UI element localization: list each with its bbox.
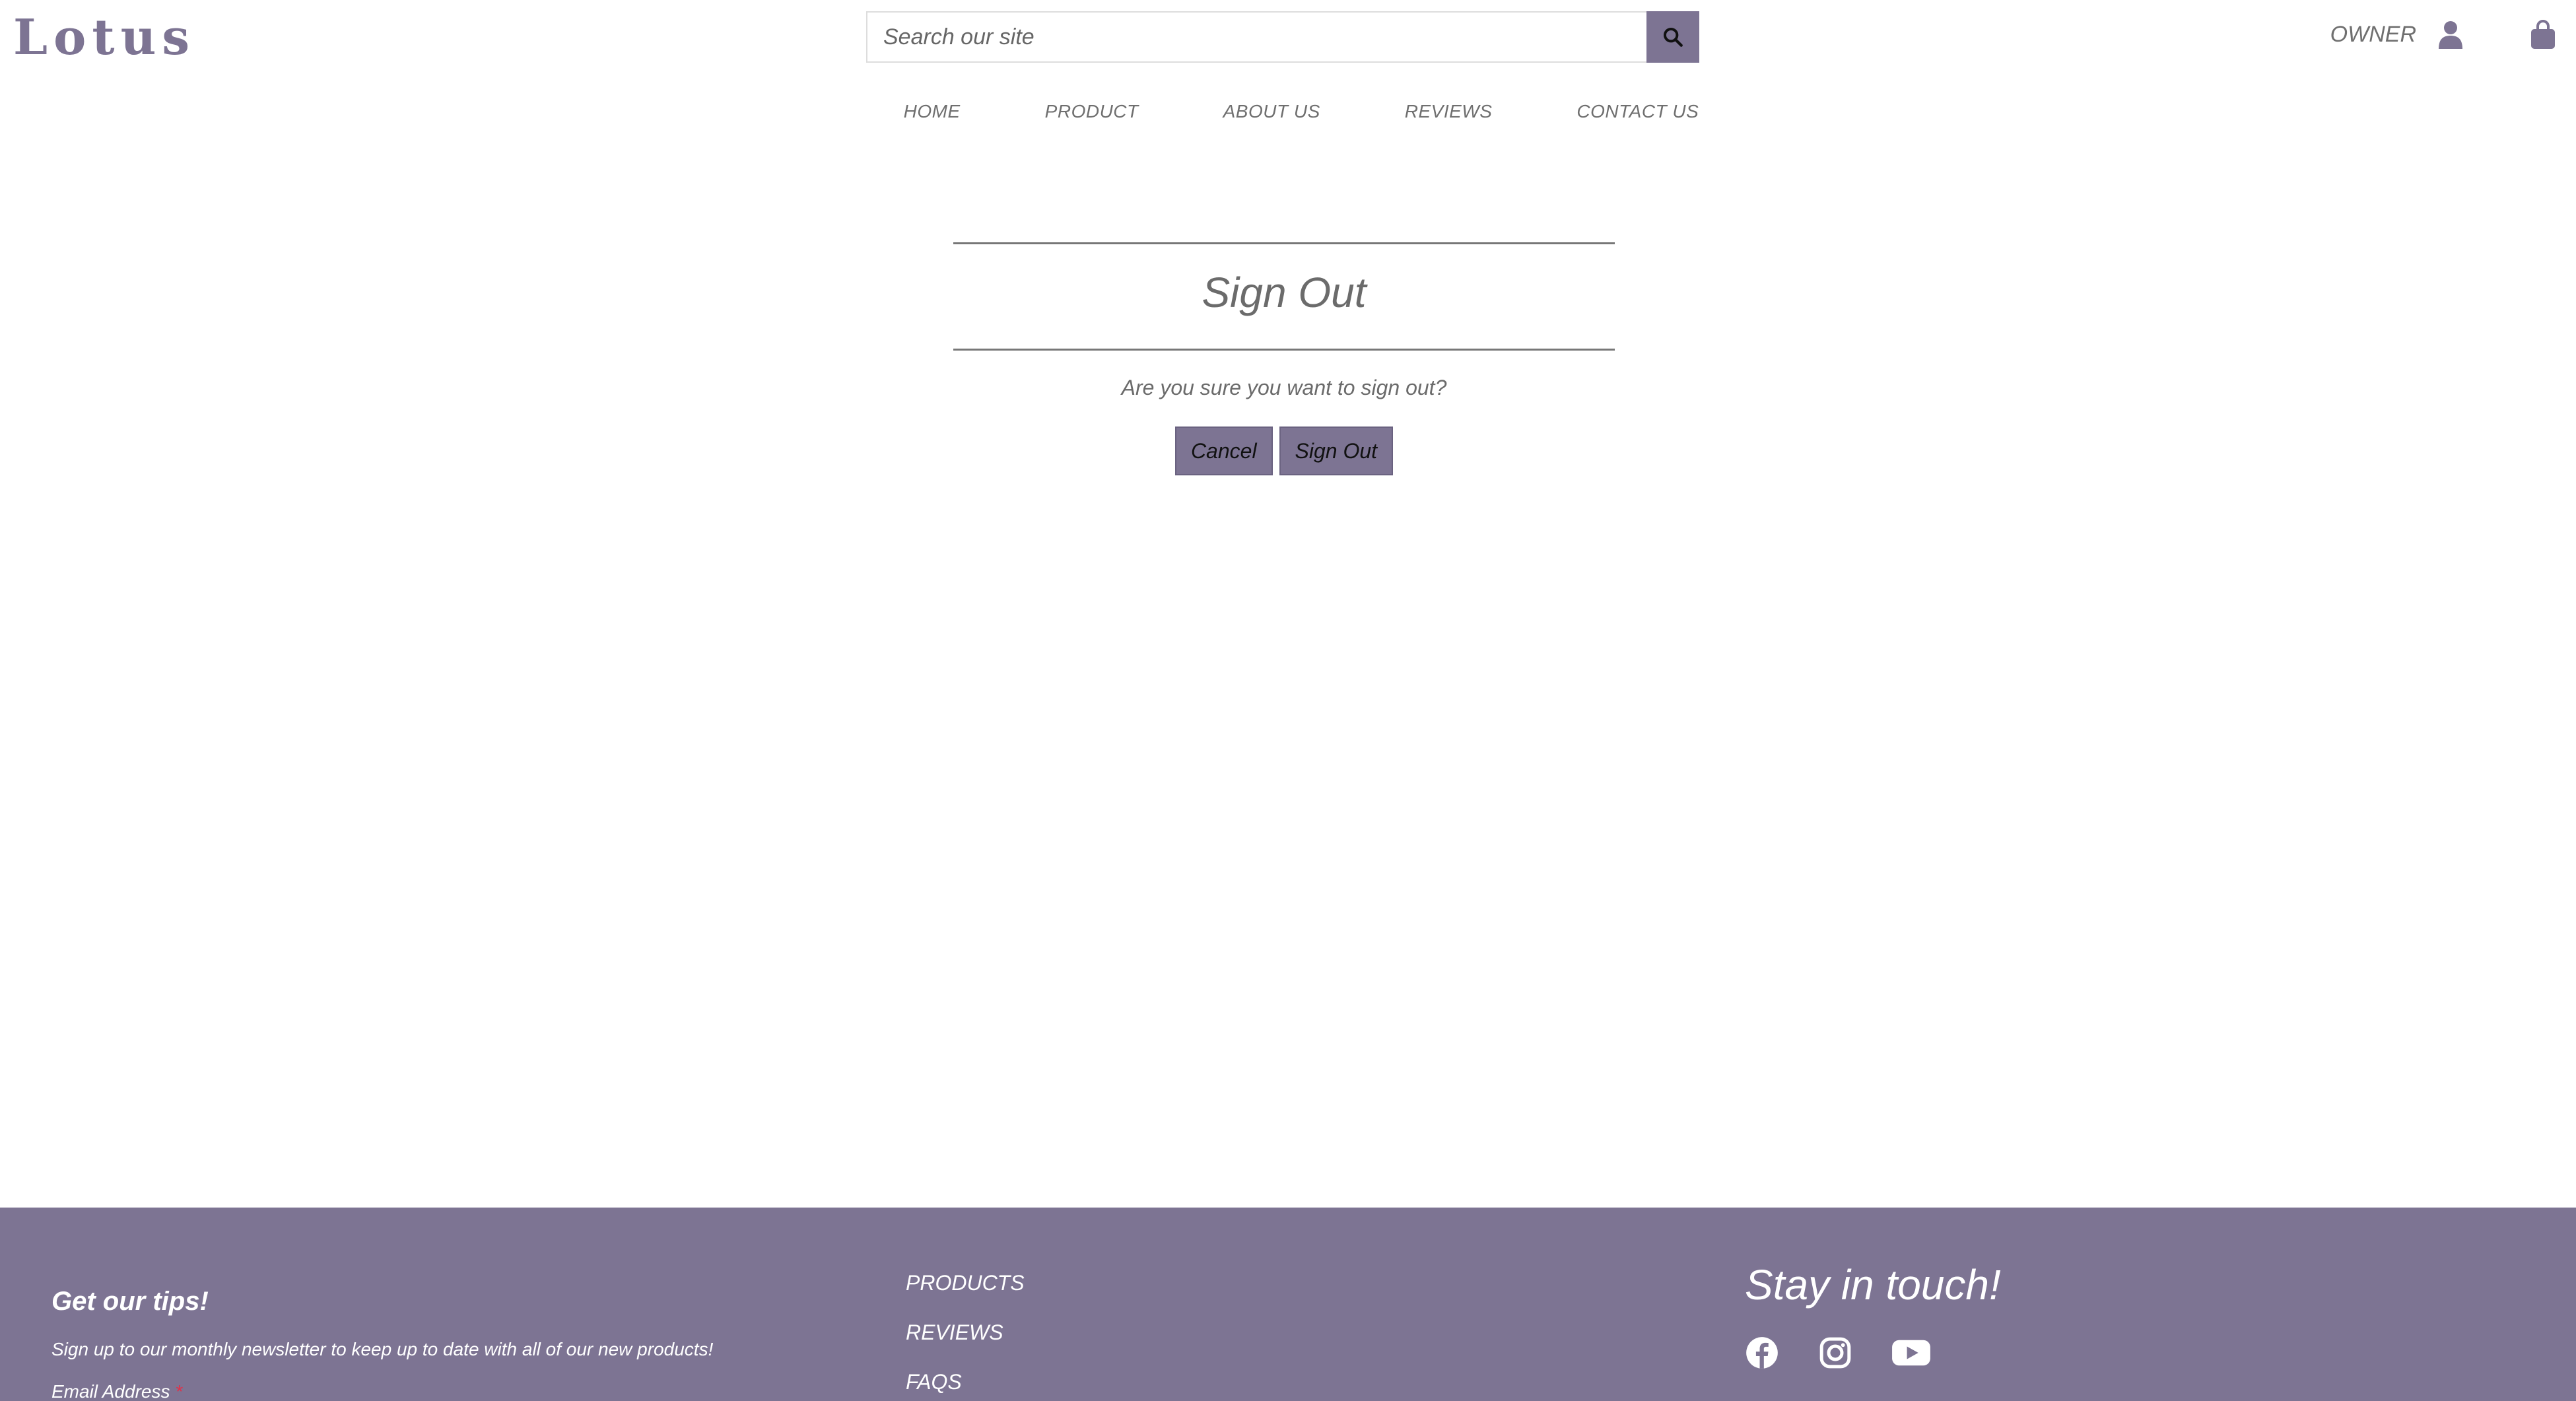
confirmation-text: Are you sure you want to sign out? bbox=[1121, 376, 1447, 399]
search-input[interactable] bbox=[866, 11, 1646, 63]
required-marker: * bbox=[175, 1381, 183, 1401]
main-nav: HOME PRODUCT ABOUT US REVIEWS CONTACT US bbox=[0, 101, 2576, 122]
footer-links: PRODUCTS REVIEWS FAQS bbox=[906, 1271, 1025, 1394]
bottom-divider bbox=[953, 349, 1615, 351]
cancel-button[interactable]: Cancel bbox=[1174, 427, 1273, 475]
email-label-text: Email Address bbox=[51, 1381, 170, 1401]
nav-product[interactable]: PRODUCT bbox=[1045, 101, 1139, 122]
account-label: OWNER bbox=[2330, 21, 2416, 47]
button-group: Cancel Sign Out bbox=[953, 427, 1615, 475]
footer-link-reviews[interactable]: REVIEWS bbox=[906, 1320, 1025, 1345]
instagram-icon[interactable] bbox=[1819, 1336, 1852, 1369]
signout-panel: Sign Out Are you sure you want to sign o… bbox=[953, 242, 1615, 475]
newsletter-section: Get our tips! Sign up to our monthly new… bbox=[51, 1287, 713, 1401]
footer-link-faqs[interactable]: FAQS bbox=[906, 1370, 1025, 1394]
newsletter-description: Sign up to our monthly newsletter to kee… bbox=[51, 1339, 714, 1359]
page-title: Sign Out bbox=[1202, 269, 1367, 316]
site-logo[interactable]: Lotus bbox=[13, 9, 195, 66]
email-label: Email Address * bbox=[51, 1381, 713, 1401]
site-footer: Get our tips! Sign up to our monthly new… bbox=[0, 1208, 2576, 1401]
shopping-bag-icon bbox=[2531, 20, 2555, 49]
newsletter-title: Get our tips! bbox=[51, 1287, 209, 1316]
social-title: Stay in touch! bbox=[1745, 1261, 2001, 1309]
facebook-icon[interactable] bbox=[1745, 1336, 1779, 1370]
nav-about-us[interactable]: ABOUT US bbox=[1223, 101, 1320, 122]
nav-home[interactable]: HOME bbox=[904, 101, 961, 122]
youtube-icon[interactable] bbox=[1891, 1338, 1931, 1367]
search-icon bbox=[1663, 27, 1683, 47]
cart-link[interactable] bbox=[2530, 20, 2556, 53]
account-link[interactable]: OWNER bbox=[2330, 20, 2464, 49]
user-icon bbox=[2439, 21, 2462, 49]
search-button[interactable] bbox=[1646, 11, 1699, 63]
social-section: Stay in touch! bbox=[1745, 1260, 2001, 1370]
nav-contact-us[interactable]: CONTACT US bbox=[1576, 101, 1699, 122]
nav-reviews[interactable]: REVIEWS bbox=[1405, 101, 1493, 122]
search-bar bbox=[866, 11, 1699, 63]
social-links bbox=[1745, 1336, 2001, 1370]
sign-out-button[interactable]: Sign Out bbox=[1279, 427, 1394, 475]
footer-link-products[interactable]: PRODUCTS bbox=[906, 1271, 1025, 1295]
